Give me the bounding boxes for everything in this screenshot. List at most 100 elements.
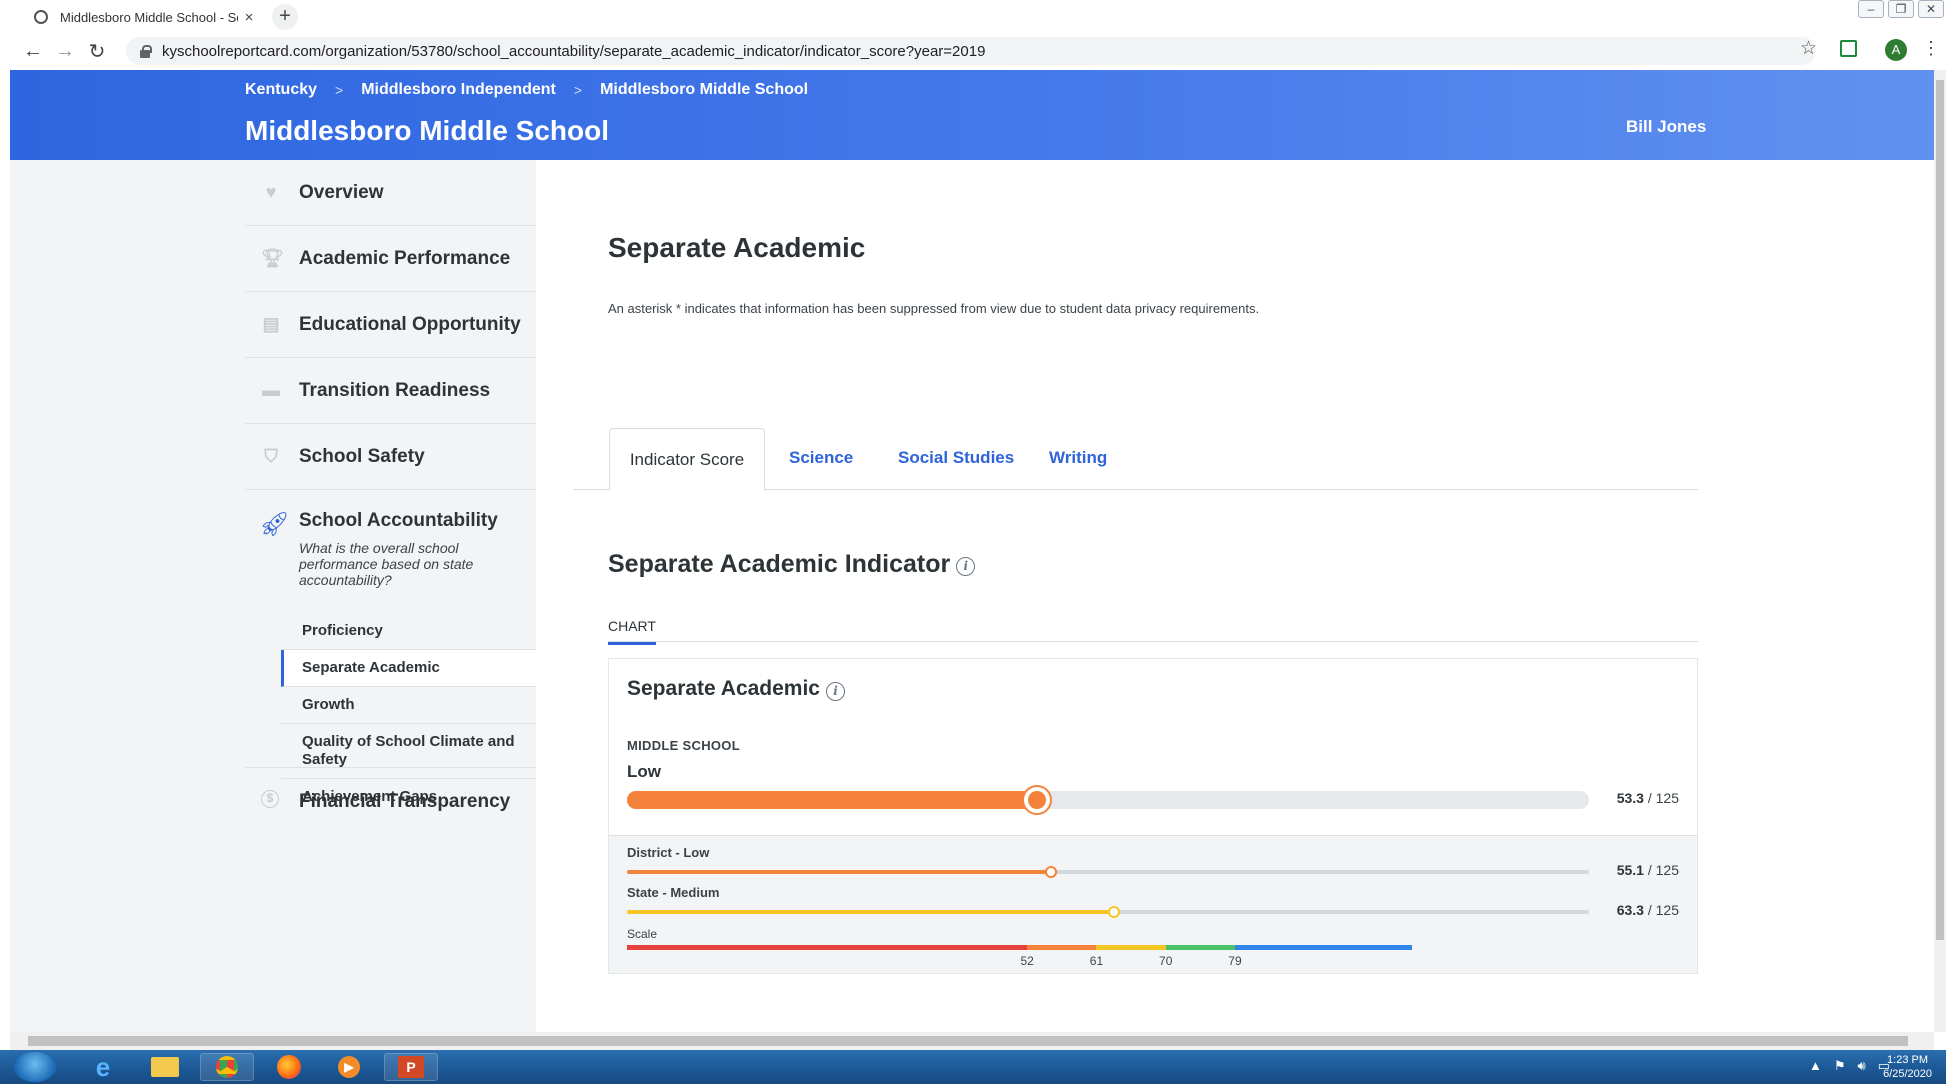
state-bar-fill [627, 910, 1115, 914]
ie-icon[interactable]: e [76, 1052, 130, 1082]
scale-tick-label: 52 [1020, 954, 1034, 968]
scale-tick-label: 70 [1159, 954, 1173, 968]
breadcrumb: Kentucky > Middlesboro Independent > Mid… [245, 81, 808, 99]
sub-item-separate-academic[interactable]: Separate Academic [281, 650, 536, 687]
new-tab-button[interactable]: + [272, 4, 298, 30]
scale-tick-label: 61 [1089, 954, 1104, 968]
reload-icon[interactable]: ↻ [80, 39, 114, 64]
score-bar-fill [627, 791, 1038, 809]
sidebar-item-label[interactable]: School Accountability [299, 510, 536, 532]
tray-arrow-icon[interactable]: ▲ [1809, 1058, 1822, 1074]
bookmark-star-icon[interactable]: ☆ [1800, 37, 1817, 60]
tab-indicator-score[interactable]: Indicator Score [609, 428, 765, 491]
tab-science[interactable]: Science [789, 448, 853, 468]
card-title: Separate Academic i [627, 677, 845, 701]
main-content: Separate Academic An asterisk * indicate… [536, 160, 1934, 1032]
folder-icon[interactable] [138, 1053, 192, 1081]
state-bar-marker [1108, 906, 1121, 918]
browser-menu-icon[interactable]: ⋮ [1922, 38, 1940, 59]
sub-item-proficiency[interactable]: Proficiency [281, 613, 536, 650]
address-bar[interactable]: kyschoolreportcard.com/organization/5378… [126, 37, 1816, 65]
breadcrumb-district[interactable]: Middlesboro Independent [361, 81, 556, 99]
state-score-number: 63.3 [1616, 902, 1644, 918]
vertical-scrollbar[interactable] [1934, 70, 1946, 1032]
sidebar-item-transition-readiness[interactable]: ▬ Transition Readiness [245, 358, 536, 424]
sidebar-item-academic-performance[interactable]: 🏆︎ Academic Performance [245, 226, 536, 292]
scale-segment [1096, 945, 1166, 950]
scale-segment [1027, 945, 1097, 950]
breadcrumb-separator: > [573, 82, 583, 98]
scrollbar-thumb[interactable] [1936, 80, 1944, 940]
school-level-label: MIDDLE SCHOOL [627, 738, 740, 753]
sidebar-item-overview[interactable]: ♥ Overview [245, 160, 536, 226]
system-clock[interactable]: 1:23 PM 6/25/2020 [1883, 1053, 1932, 1081]
score-bar-track [627, 787, 1589, 813]
rocket-icon: 🚀︎ [259, 511, 290, 538]
tab-chart[interactable]: CHART [608, 618, 656, 645]
back-icon[interactable]: ← [16, 40, 50, 63]
window-controls: – ❐ ✕ [1858, 0, 1944, 18]
lock-icon [138, 44, 152, 58]
breadcrumb-state[interactable]: Kentucky [245, 81, 317, 99]
tab-writing[interactable]: Writing [1049, 448, 1107, 468]
sidebar-item-label: School Safety [299, 445, 425, 467]
sidebar-item-educational-opportunity[interactable]: ▤ Educational Opportunity [245, 292, 536, 358]
forward-icon[interactable]: → [48, 40, 82, 63]
state-bar-track [627, 906, 1589, 918]
shield-icon: ⛉ [264, 446, 278, 466]
minimize-icon[interactable]: – [1858, 0, 1884, 18]
sub-item-growth[interactable]: Growth [281, 687, 536, 724]
tab-close-icon[interactable]: × [238, 9, 260, 26]
state-score-max: / 125 [1643, 902, 1679, 918]
score-bar-marker [1024, 787, 1051, 813]
sidebar-item-school-safety[interactable]: ⛉ School Safety [245, 424, 536, 490]
district-score-number: 55.1 [1616, 862, 1644, 878]
tab-social-studies[interactable]: Social Studies [898, 448, 1014, 468]
clock-date: 6/25/2020 [1883, 1068, 1932, 1080]
section-title: Separate Academic Indicator i [608, 550, 976, 579]
start-button[interactable] [14, 1052, 56, 1082]
info-icon[interactable]: i [826, 681, 845, 701]
info-icon[interactable]: i [956, 557, 976, 576]
comparison-panel: District - Low 55.1 / 125 State - Medium… [609, 835, 1697, 973]
close-window-icon[interactable]: ✕ [1918, 0, 1944, 18]
trophy-icon: 🏆︎ [261, 248, 284, 268]
sidebar-item-label: Overview [299, 181, 384, 203]
sidebar-item-financial-transparency[interactable]: $ Financial Transparency [245, 768, 536, 836]
clock-time: 1:23 PM [1887, 1054, 1929, 1066]
chart-tab-bar: CHART [608, 618, 1698, 645]
globe-icon [34, 10, 48, 24]
media-player-icon[interactable]: ▶ [322, 1053, 376, 1081]
scale-tick-label: 79 [1228, 954, 1242, 968]
browser-tab[interactable]: Middlesboro Middle School - Se × [24, 2, 260, 32]
score-max: / 125 [1643, 790, 1679, 806]
powerpoint-icon[interactable]: P [384, 1053, 438, 1081]
book-icon: ▤ [262, 314, 280, 334]
breadcrumb-school[interactable]: Middlesboro Middle School [600, 81, 808, 99]
site-header: Kentucky > Middlesboro Independent > Mid… [10, 70, 1934, 160]
dollar-circle-icon: $ [261, 790, 279, 808]
tab-title: Middlesboro Middle School - Se [60, 9, 238, 25]
district-label: District - Low [627, 845, 710, 860]
flag-icon[interactable]: ⚑ [1834, 1058, 1846, 1074]
restore-icon[interactable]: ❐ [1888, 0, 1914, 18]
firefox-icon[interactable] [262, 1053, 316, 1081]
scrollbar-thumb[interactable] [28, 1036, 1908, 1046]
district-bar-track [627, 866, 1589, 878]
heart-pulse-icon: ♥ [265, 182, 277, 202]
user-name[interactable]: Bill Jones [1626, 117, 1706, 137]
volume-icon[interactable]: 🔊︎ [1858, 1058, 1866, 1074]
state-score: 63.3 / 125 [1617, 902, 1679, 918]
rating-label: Low [627, 762, 661, 781]
extension-icon[interactable] [1840, 40, 1857, 57]
windows-taskbar: e ▶ P ▲ ⚑ 🔊︎ ▭ 1:23 PM 6/25/2020 [0, 1050, 1946, 1084]
privacy-note: An asterisk * indicates that information… [608, 301, 1260, 316]
district-score-max: / 125 [1643, 862, 1679, 878]
system-tray: ▲ ⚑ 🔊︎ ▭ [1809, 1058, 1890, 1074]
chrome-icon[interactable] [200, 1053, 254, 1081]
horizontal-scrollbar[interactable] [10, 1032, 1934, 1050]
state-label: State - Medium [627, 885, 720, 900]
page-title: Separate Academic [608, 232, 866, 263]
profile-avatar[interactable]: A [1885, 39, 1907, 61]
url-text: kyschoolreportcard.com/organization/5378… [162, 42, 986, 60]
